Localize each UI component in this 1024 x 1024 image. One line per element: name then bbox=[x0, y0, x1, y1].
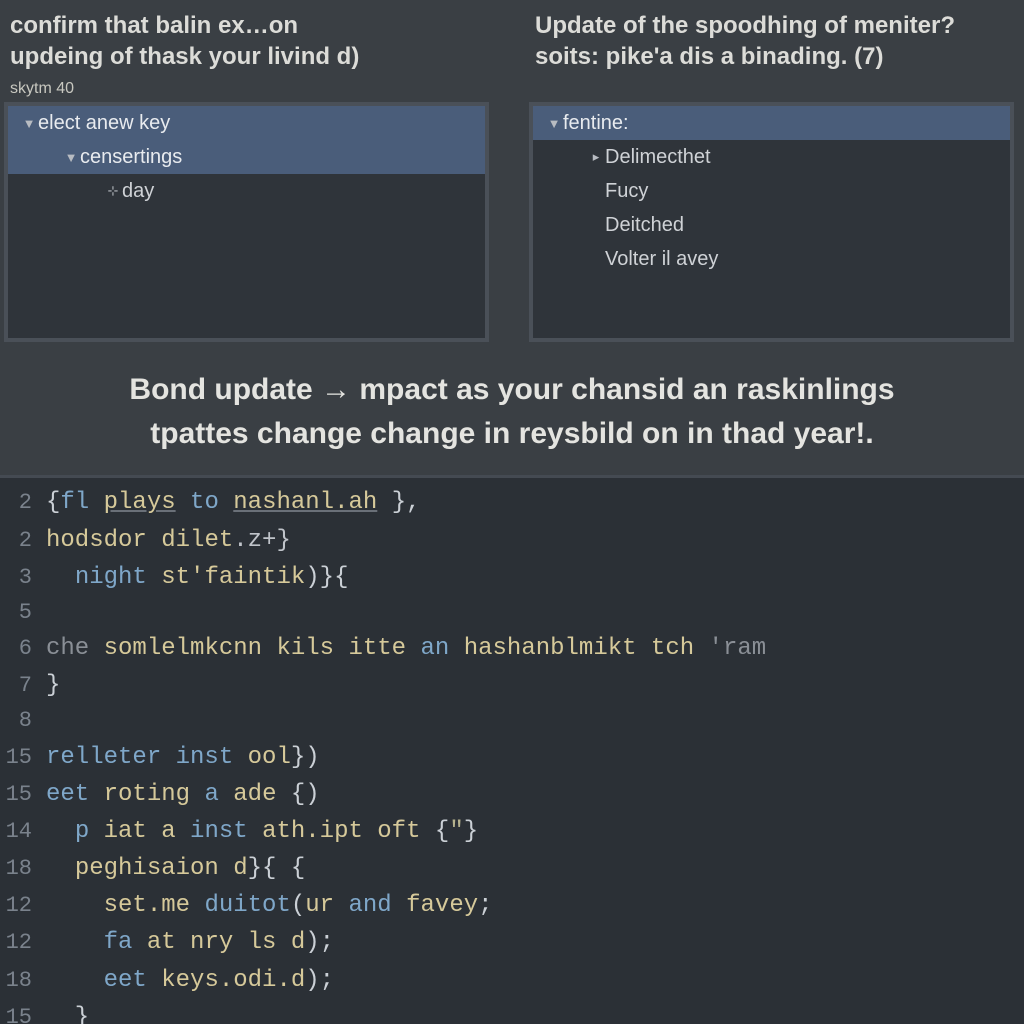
right-column: Update of the spoodhing of meniter? soit… bbox=[529, 10, 1014, 342]
tree-item[interactable]: ▼ fentine: bbox=[533, 106, 1010, 140]
code-line[interactable]: 14 p iat a inst ath.ipt oft {"} bbox=[0, 813, 1024, 850]
line-number: 5 bbox=[0, 596, 46, 630]
code-content: relleter inst ool}) bbox=[46, 739, 320, 776]
line-number: 2 bbox=[0, 486, 46, 520]
code-line[interactable]: 2{fl plays to nashanl.ah }, bbox=[0, 484, 1024, 521]
line-number: 12 bbox=[0, 889, 46, 923]
plus-icon[interactable]: ⊹ bbox=[104, 183, 122, 199]
tree-item-label: Fucy bbox=[605, 180, 648, 203]
left-header: confirm that balin ex…on updeing of thas… bbox=[4, 10, 489, 80]
code-line[interactable]: 18 eet keys.odi.d); bbox=[0, 962, 1024, 999]
code-line[interactable]: 15 } bbox=[0, 999, 1024, 1024]
tree-item-label: Volter il avey bbox=[605, 248, 718, 271]
code-content: eet roting a ade {) bbox=[46, 776, 320, 813]
left-title-line1: confirm that balin ex…on bbox=[10, 12, 298, 39]
code-line[interactable]: 5 bbox=[0, 596, 1024, 630]
code-line[interactable]: 12 set.me duitot(ur and favey; bbox=[0, 887, 1024, 924]
left-sublabel: skytm 40 bbox=[4, 80, 489, 98]
code-content: p iat a inst ath.ipt oft {"} bbox=[46, 813, 478, 850]
code-line[interactable]: 8 bbox=[0, 704, 1024, 738]
code-content: hodsdor dilet.z+} bbox=[46, 522, 291, 559]
chevron-right-icon[interactable]: ▸ bbox=[587, 149, 605, 165]
code-line[interactable]: 7} bbox=[0, 667, 1024, 704]
line-number: 15 bbox=[0, 1001, 46, 1024]
left-title-line2: updeing of thask your livind d) bbox=[10, 43, 359, 70]
code-line[interactable]: 15relleter inst ool}) bbox=[0, 739, 1024, 776]
right-tree-panel[interactable]: ▼ fentine:▸ Delimecthet Fucy Deitched Vo… bbox=[529, 102, 1014, 342]
banner-line2: tpattes change change in reysbild on in … bbox=[40, 412, 984, 456]
tree-item-label: censertings bbox=[80, 146, 182, 169]
code-line[interactable]: 2hodsdor dilet.z+} bbox=[0, 522, 1024, 559]
code-content: {fl plays to nashanl.ah }, bbox=[46, 484, 421, 521]
code-content: night st'faintik)}{ bbox=[46, 559, 348, 596]
right-title-line2: soits: pike'a dis a binading. (7) bbox=[535, 43, 883, 70]
tree-item[interactable]: ▸ Delimecthet bbox=[533, 140, 1010, 174]
code-line[interactable]: 6che somlelmkcnn kils itte an hashanblmi… bbox=[0, 630, 1024, 667]
line-number: 7 bbox=[0, 669, 46, 703]
tree-item-label: Deitched bbox=[605, 214, 684, 237]
code-content: che somlelmkcnn kils itte an hashanblmik… bbox=[46, 630, 766, 667]
line-number: 18 bbox=[0, 964, 46, 998]
code-line[interactable]: 3 night st'faintik)}{ bbox=[0, 559, 1024, 596]
tree-item[interactable]: ⊹ day bbox=[8, 174, 485, 208]
chevron-down-icon[interactable]: ▼ bbox=[20, 116, 38, 131]
line-number: 15 bbox=[0, 741, 46, 775]
code-content: peghisaion d}{ { bbox=[46, 850, 305, 887]
tree-item[interactable]: Volter il avey bbox=[533, 242, 1010, 276]
top-row: confirm that balin ex…on updeing of thas… bbox=[0, 0, 1024, 342]
right-title-line1: Update of the spoodhing of meniter? bbox=[535, 12, 955, 39]
line-number: 3 bbox=[0, 561, 46, 595]
middle-banner: Bond update → mpact as your chansid an r… bbox=[0, 342, 1024, 475]
line-number: 12 bbox=[0, 926, 46, 960]
chevron-down-icon[interactable]: ▼ bbox=[545, 116, 563, 131]
line-number: 18 bbox=[0, 852, 46, 886]
code-line[interactable]: 18 peghisaion d}{ { bbox=[0, 850, 1024, 887]
code-line[interactable]: 12 fa at nry ls d); bbox=[0, 924, 1024, 961]
tree-item[interactable]: Deitched bbox=[533, 208, 1010, 242]
line-number: 8 bbox=[0, 704, 46, 738]
code-content: eet keys.odi.d); bbox=[46, 962, 334, 999]
code-content: set.me duitot(ur and favey; bbox=[46, 887, 493, 924]
tree-item-label: elect anew key bbox=[38, 112, 170, 135]
right-spacer bbox=[529, 80, 1014, 98]
line-number: 6 bbox=[0, 632, 46, 666]
tree-item[interactable]: ▼ censertings bbox=[8, 140, 485, 174]
line-number: 2 bbox=[0, 524, 46, 558]
left-tree-panel[interactable]: ▼ elect anew key▼ censertings⊹ day bbox=[4, 102, 489, 342]
tree-item-label: Delimecthet bbox=[605, 146, 711, 169]
tree-item[interactable]: Fucy bbox=[533, 174, 1010, 208]
code-editor[interactable]: 2{fl plays to nashanl.ah },2hodsdor dile… bbox=[0, 475, 1024, 1024]
code-line[interactable]: 15eet roting a ade {) bbox=[0, 776, 1024, 813]
code-content: fa at nry ls d); bbox=[46, 924, 334, 961]
tree-item[interactable]: ▼ elect anew key bbox=[8, 106, 485, 140]
right-header: Update of the spoodhing of meniter? soit… bbox=[529, 10, 1014, 80]
code-content: } bbox=[46, 667, 60, 704]
left-column: confirm that balin ex…on updeing of thas… bbox=[4, 10, 489, 342]
line-number: 14 bbox=[0, 815, 46, 849]
banner-line1: Bond update → mpact as your chansid an r… bbox=[40, 368, 984, 412]
tree-item-label: fentine: bbox=[563, 112, 629, 135]
line-number: 15 bbox=[0, 778, 46, 812]
tree-item-label: day bbox=[122, 180, 154, 203]
code-content: } bbox=[46, 999, 89, 1024]
chevron-down-icon[interactable]: ▼ bbox=[62, 150, 80, 165]
